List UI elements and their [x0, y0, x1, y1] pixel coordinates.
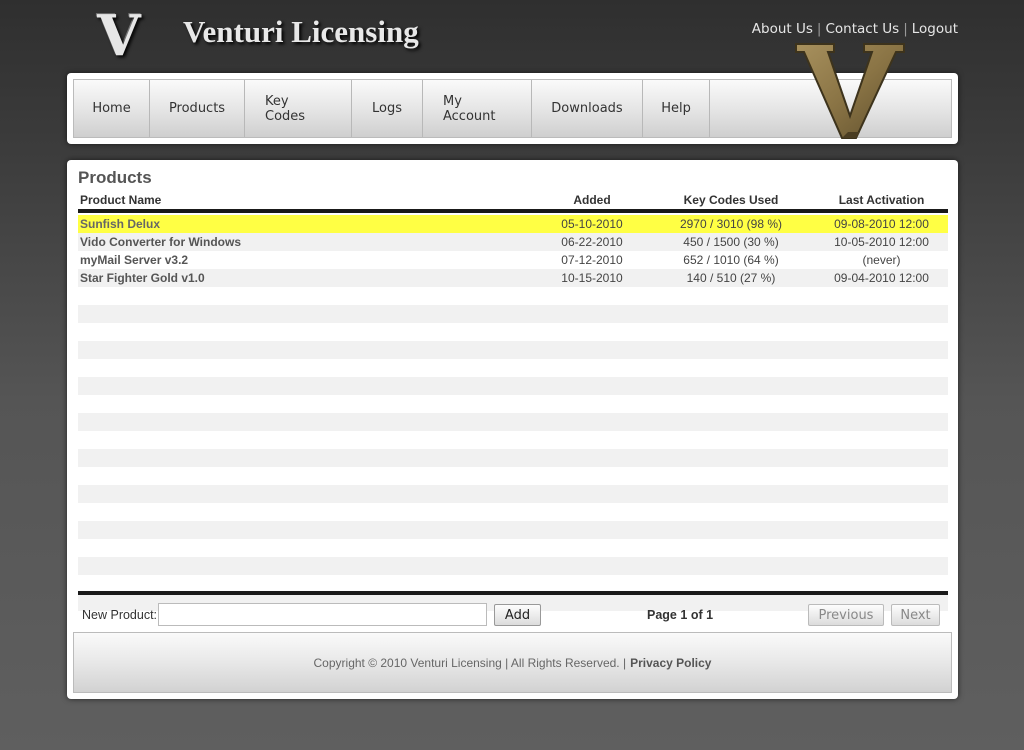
previous-button[interactable]: Previous	[808, 604, 884, 626]
added-date: 07-12-2010	[561, 253, 623, 267]
empty-row	[78, 449, 948, 467]
empty-row	[78, 413, 948, 431]
page-of: of	[690, 608, 703, 622]
next-button[interactable]: Next	[891, 604, 940, 626]
table-row[interactable]: Sunfish Delux 05-10-2010 2970 / 3010 (98…	[78, 215, 948, 233]
table-header: Product Name Added Key Codes Used Last A…	[78, 193, 948, 213]
empty-row	[78, 467, 948, 485]
empty-row	[78, 323, 948, 341]
last-activation: 09-04-2010 12:00	[834, 271, 929, 285]
products-panel: Products Product Name Added Key Codes Us…	[67, 160, 958, 699]
new-product-input[interactable]	[158, 603, 487, 626]
table-row[interactable]: Star Fighter Gold v1.0 10-15-2010 140 / …	[78, 269, 948, 287]
logo-icon: V	[97, 3, 141, 69]
nav-products[interactable]: Products	[150, 80, 245, 137]
page-indicator: Page 1 of 1	[647, 608, 713, 622]
last-activation: 10-05-2010 12:00	[834, 235, 929, 249]
key-codes-used: 450 / 1500 (30 %)	[683, 235, 779, 249]
table-divider	[78, 591, 948, 595]
new-product-label: New Product:	[82, 608, 158, 622]
nav-key-codes[interactable]: Key Codes	[245, 80, 352, 137]
key-codes-used: 140 / 510 (27 %)	[686, 271, 776, 285]
empty-row	[78, 395, 948, 413]
empty-row	[78, 287, 948, 305]
table-controls: New Product: Add Page 1 of 1 Previous Ne…	[78, 603, 948, 628]
product-name: myMail Server v3.2	[80, 253, 189, 267]
empty-row	[78, 485, 948, 503]
key-codes-used: 2970 / 3010 (98 %)	[679, 217, 783, 231]
empty-row	[78, 341, 948, 359]
add-button[interactable]: Add	[494, 604, 541, 626]
page-current: 1	[680, 608, 688, 622]
privacy-policy-link[interactable]: Privacy Policy	[630, 656, 711, 670]
added-date: 06-22-2010	[561, 235, 623, 249]
last-activation: (never)	[862, 253, 901, 267]
product-name: Vido Converter for Windows	[80, 235, 242, 249]
nav-help[interactable]: Help	[643, 80, 710, 137]
products-table: Product Name Added Key Codes Used Last A…	[78, 193, 948, 611]
footer: Copyright © 2010 Venturi Licensing | All…	[73, 632, 952, 693]
column-header-product-name[interactable]: Product Name	[78, 193, 537, 209]
added-date: 10-15-2010	[561, 271, 623, 285]
key-codes-used: 652 / 1010 (64 %)	[683, 253, 779, 267]
page-title: Products	[78, 168, 152, 187]
nav-logs[interactable]: Logs	[352, 80, 423, 137]
column-header-key-codes-used[interactable]: Key Codes Used	[647, 193, 815, 209]
table-row[interactable]: myMail Server v3.2 07-12-2010 652 / 1010…	[78, 251, 948, 269]
empty-row	[78, 377, 948, 395]
empty-row	[78, 359, 948, 377]
empty-row	[78, 305, 948, 323]
last-activation: 09-08-2010 12:00	[834, 217, 929, 231]
page-prefix: Page	[647, 608, 677, 622]
empty-row	[78, 557, 948, 575]
column-header-added[interactable]: Added	[537, 193, 647, 209]
nav-downloads[interactable]: Downloads	[532, 80, 643, 137]
empty-row	[78, 503, 948, 521]
nav-home[interactable]: Home	[74, 80, 150, 137]
table-row[interactable]: Vido Converter for Windows 06-22-2010 45…	[78, 233, 948, 251]
empty-row	[78, 521, 948, 539]
stone-v-logo-icon	[795, 43, 905, 139]
product-name: Sunfish Delux	[80, 217, 161, 231]
page-total: 1	[706, 608, 714, 622]
added-date: 05-10-2010	[561, 217, 623, 231]
empty-row	[78, 539, 948, 557]
site-title: Venturi Licensing	[183, 14, 419, 49]
nav-my-account[interactable]: My Account	[423, 80, 532, 137]
column-header-last-activation[interactable]: Last Activation	[815, 193, 948, 209]
copyright-text: Copyright © 2010 Venturi Licensing | All…	[313, 655, 627, 670]
empty-row	[78, 431, 948, 449]
product-name: Star Fighter Gold v1.0	[80, 271, 205, 285]
logout-link[interactable]: Logout	[912, 21, 958, 37]
